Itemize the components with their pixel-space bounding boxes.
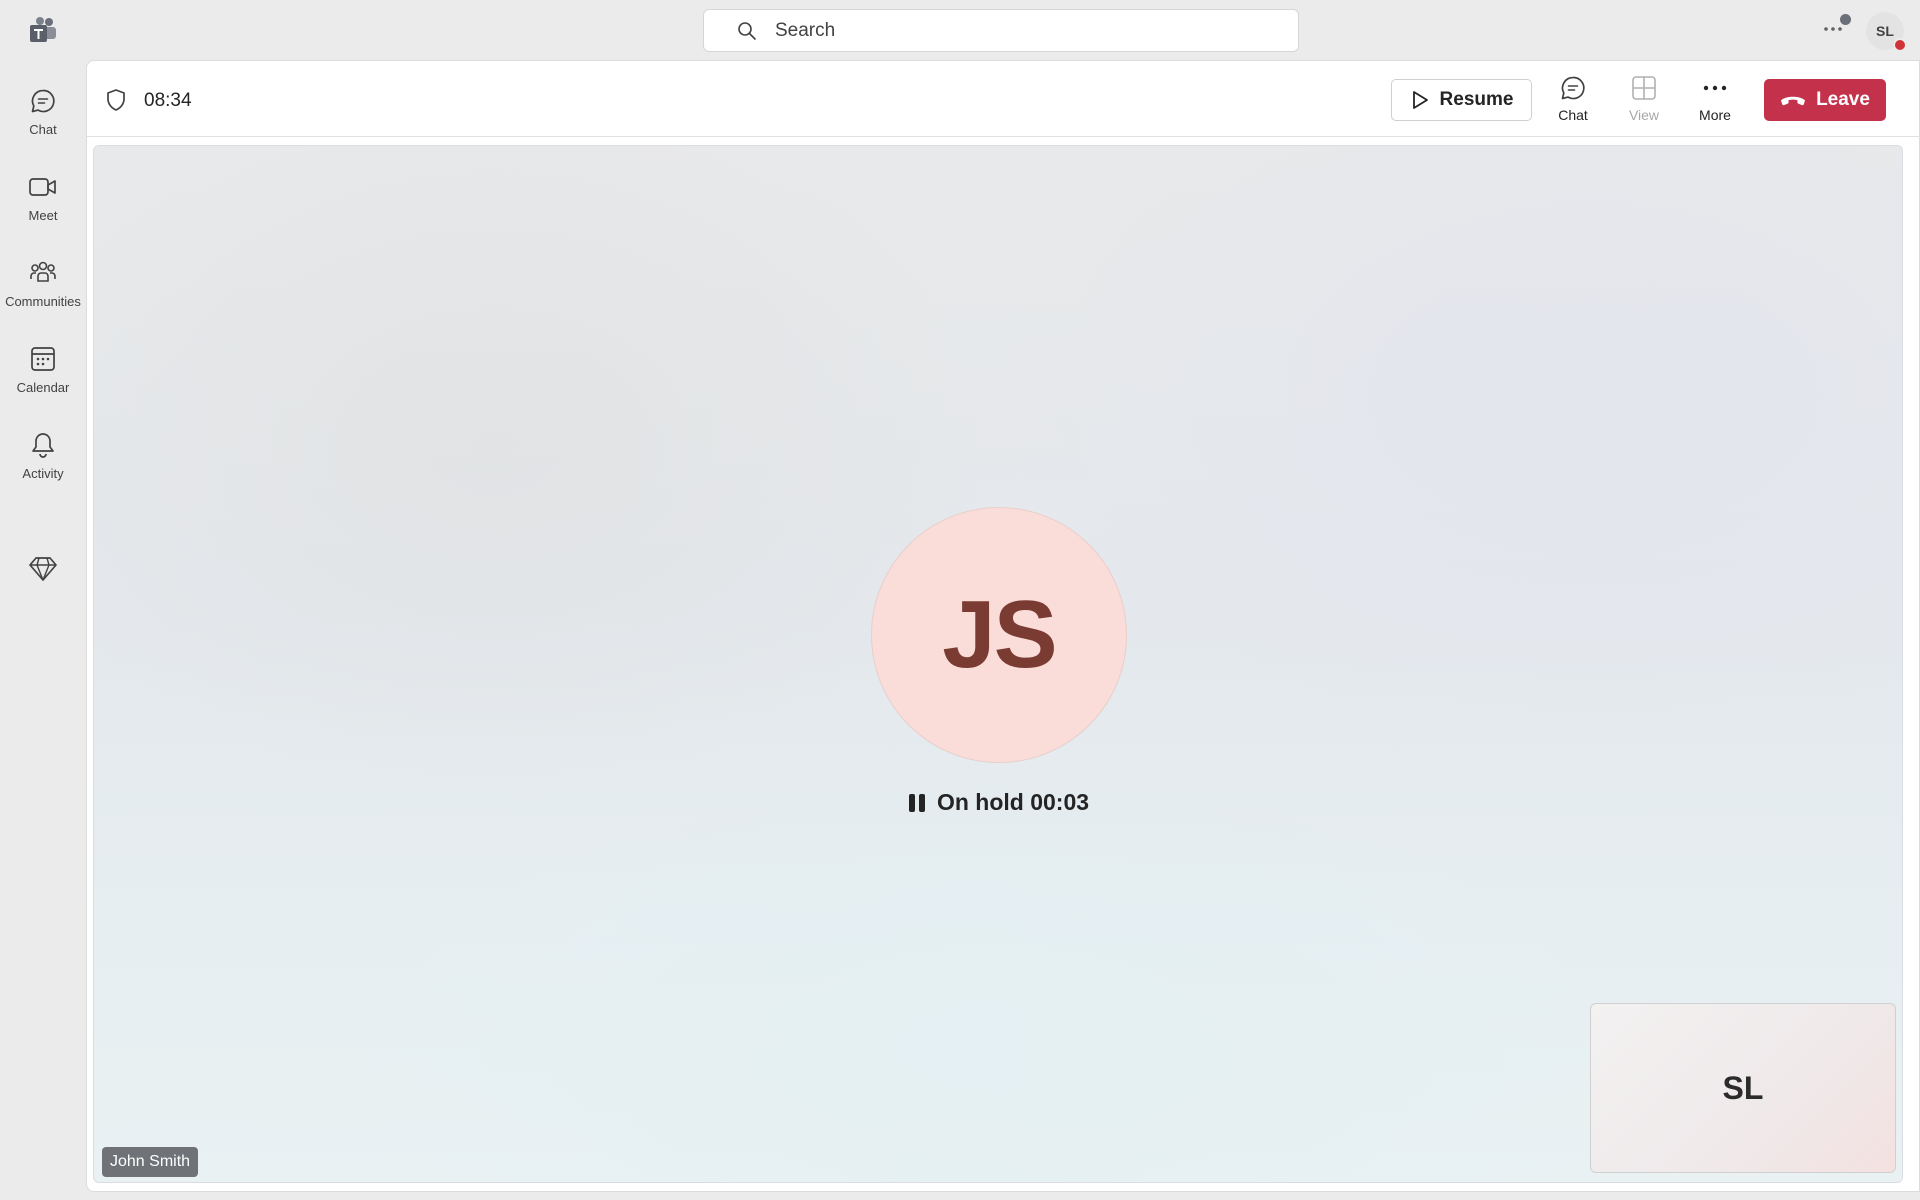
chat-icon — [28, 86, 58, 116]
people-community-icon — [28, 258, 58, 288]
call-duration: 08:34 — [144, 90, 192, 111]
leave-label: Leave — [1816, 89, 1870, 110]
more-button[interactable]: More — [1683, 73, 1747, 129]
more-horizontal-icon — [1700, 73, 1730, 103]
play-icon — [1412, 91, 1428, 109]
shield-icon — [105, 88, 127, 112]
caller-initials: JS — [942, 581, 1057, 688]
rail-item-label: Calendar — [16, 380, 70, 395]
teams-logo-icon[interactable] — [28, 16, 58, 44]
chat-icon — [1558, 73, 1588, 103]
resume-button[interactable]: Resume — [1391, 79, 1532, 121]
notification-dot — [1840, 14, 1851, 25]
participant-name: John Smith — [110, 1153, 191, 1170]
call-toolbar: 08:34 Resume Chat View More Leave — [87, 61, 1920, 137]
chat-button[interactable]: Chat — [1541, 73, 1605, 129]
rail-item-label: Communities — [5, 294, 81, 309]
participant-name-tag: John Smith — [102, 1147, 199, 1177]
premium-diamond-icon[interactable] — [28, 556, 58, 586]
search-input[interactable] — [775, 19, 1255, 42]
rail-item-label: Chat — [29, 122, 57, 137]
rail-item-activity[interactable]: Activity — [0, 416, 86, 492]
top-bar: SL — [0, 0, 1920, 60]
hold-status: On hold 00:03 — [94, 789, 1902, 816]
self-initials: SL — [1722, 1069, 1764, 1106]
rail-item-calendar[interactable]: Calendar — [0, 330, 86, 406]
search-box[interactable] — [703, 9, 1299, 52]
call-stage: JS On hold 00:03 John Smith SL — [93, 145, 1903, 1183]
hang-up-phone-icon — [1781, 96, 1806, 106]
rail-item-label: Meet — [28, 208, 58, 223]
more-label: More — [1699, 107, 1731, 123]
leave-button[interactable]: Leave — [1764, 79, 1886, 121]
grid-view-icon — [1629, 73, 1659, 103]
rail-item-chat[interactable]: Chat — [0, 72, 86, 148]
video-camera-icon — [28, 172, 58, 202]
settings-more-button[interactable] — [1818, 14, 1851, 44]
pause-icon — [908, 793, 925, 812]
hold-status-text: On hold 00:03 — [936, 789, 1090, 815]
rail-item-meet[interactable]: Meet — [0, 158, 86, 234]
rail-item-label: Activity — [22, 466, 64, 481]
more-horizontal-icon — [1824, 27, 1842, 31]
profile-initials: SL — [1876, 23, 1894, 39]
rail-item-communities[interactable]: Communities — [0, 244, 86, 320]
app-rail: Chat Meet Communities Calendar Activity — [0, 60, 86, 1200]
caller-avatar: JS — [871, 507, 1127, 763]
profile-avatar[interactable]: SL — [1866, 12, 1907, 52]
self-video-tile[interactable]: SL — [1590, 1003, 1896, 1173]
view-label: View — [1628, 107, 1660, 123]
bell-icon — [28, 430, 58, 460]
calendar-icon — [28, 344, 58, 374]
call-window: 08:34 Resume Chat View More Leave JS On … — [86, 60, 1920, 1192]
view-button[interactable]: View — [1612, 73, 1676, 129]
resume-label: Resume — [1439, 89, 1514, 110]
presence-busy-indicator — [1893, 38, 1907, 52]
chat-label: Chat — [1558, 107, 1588, 123]
search-icon — [737, 21, 757, 41]
